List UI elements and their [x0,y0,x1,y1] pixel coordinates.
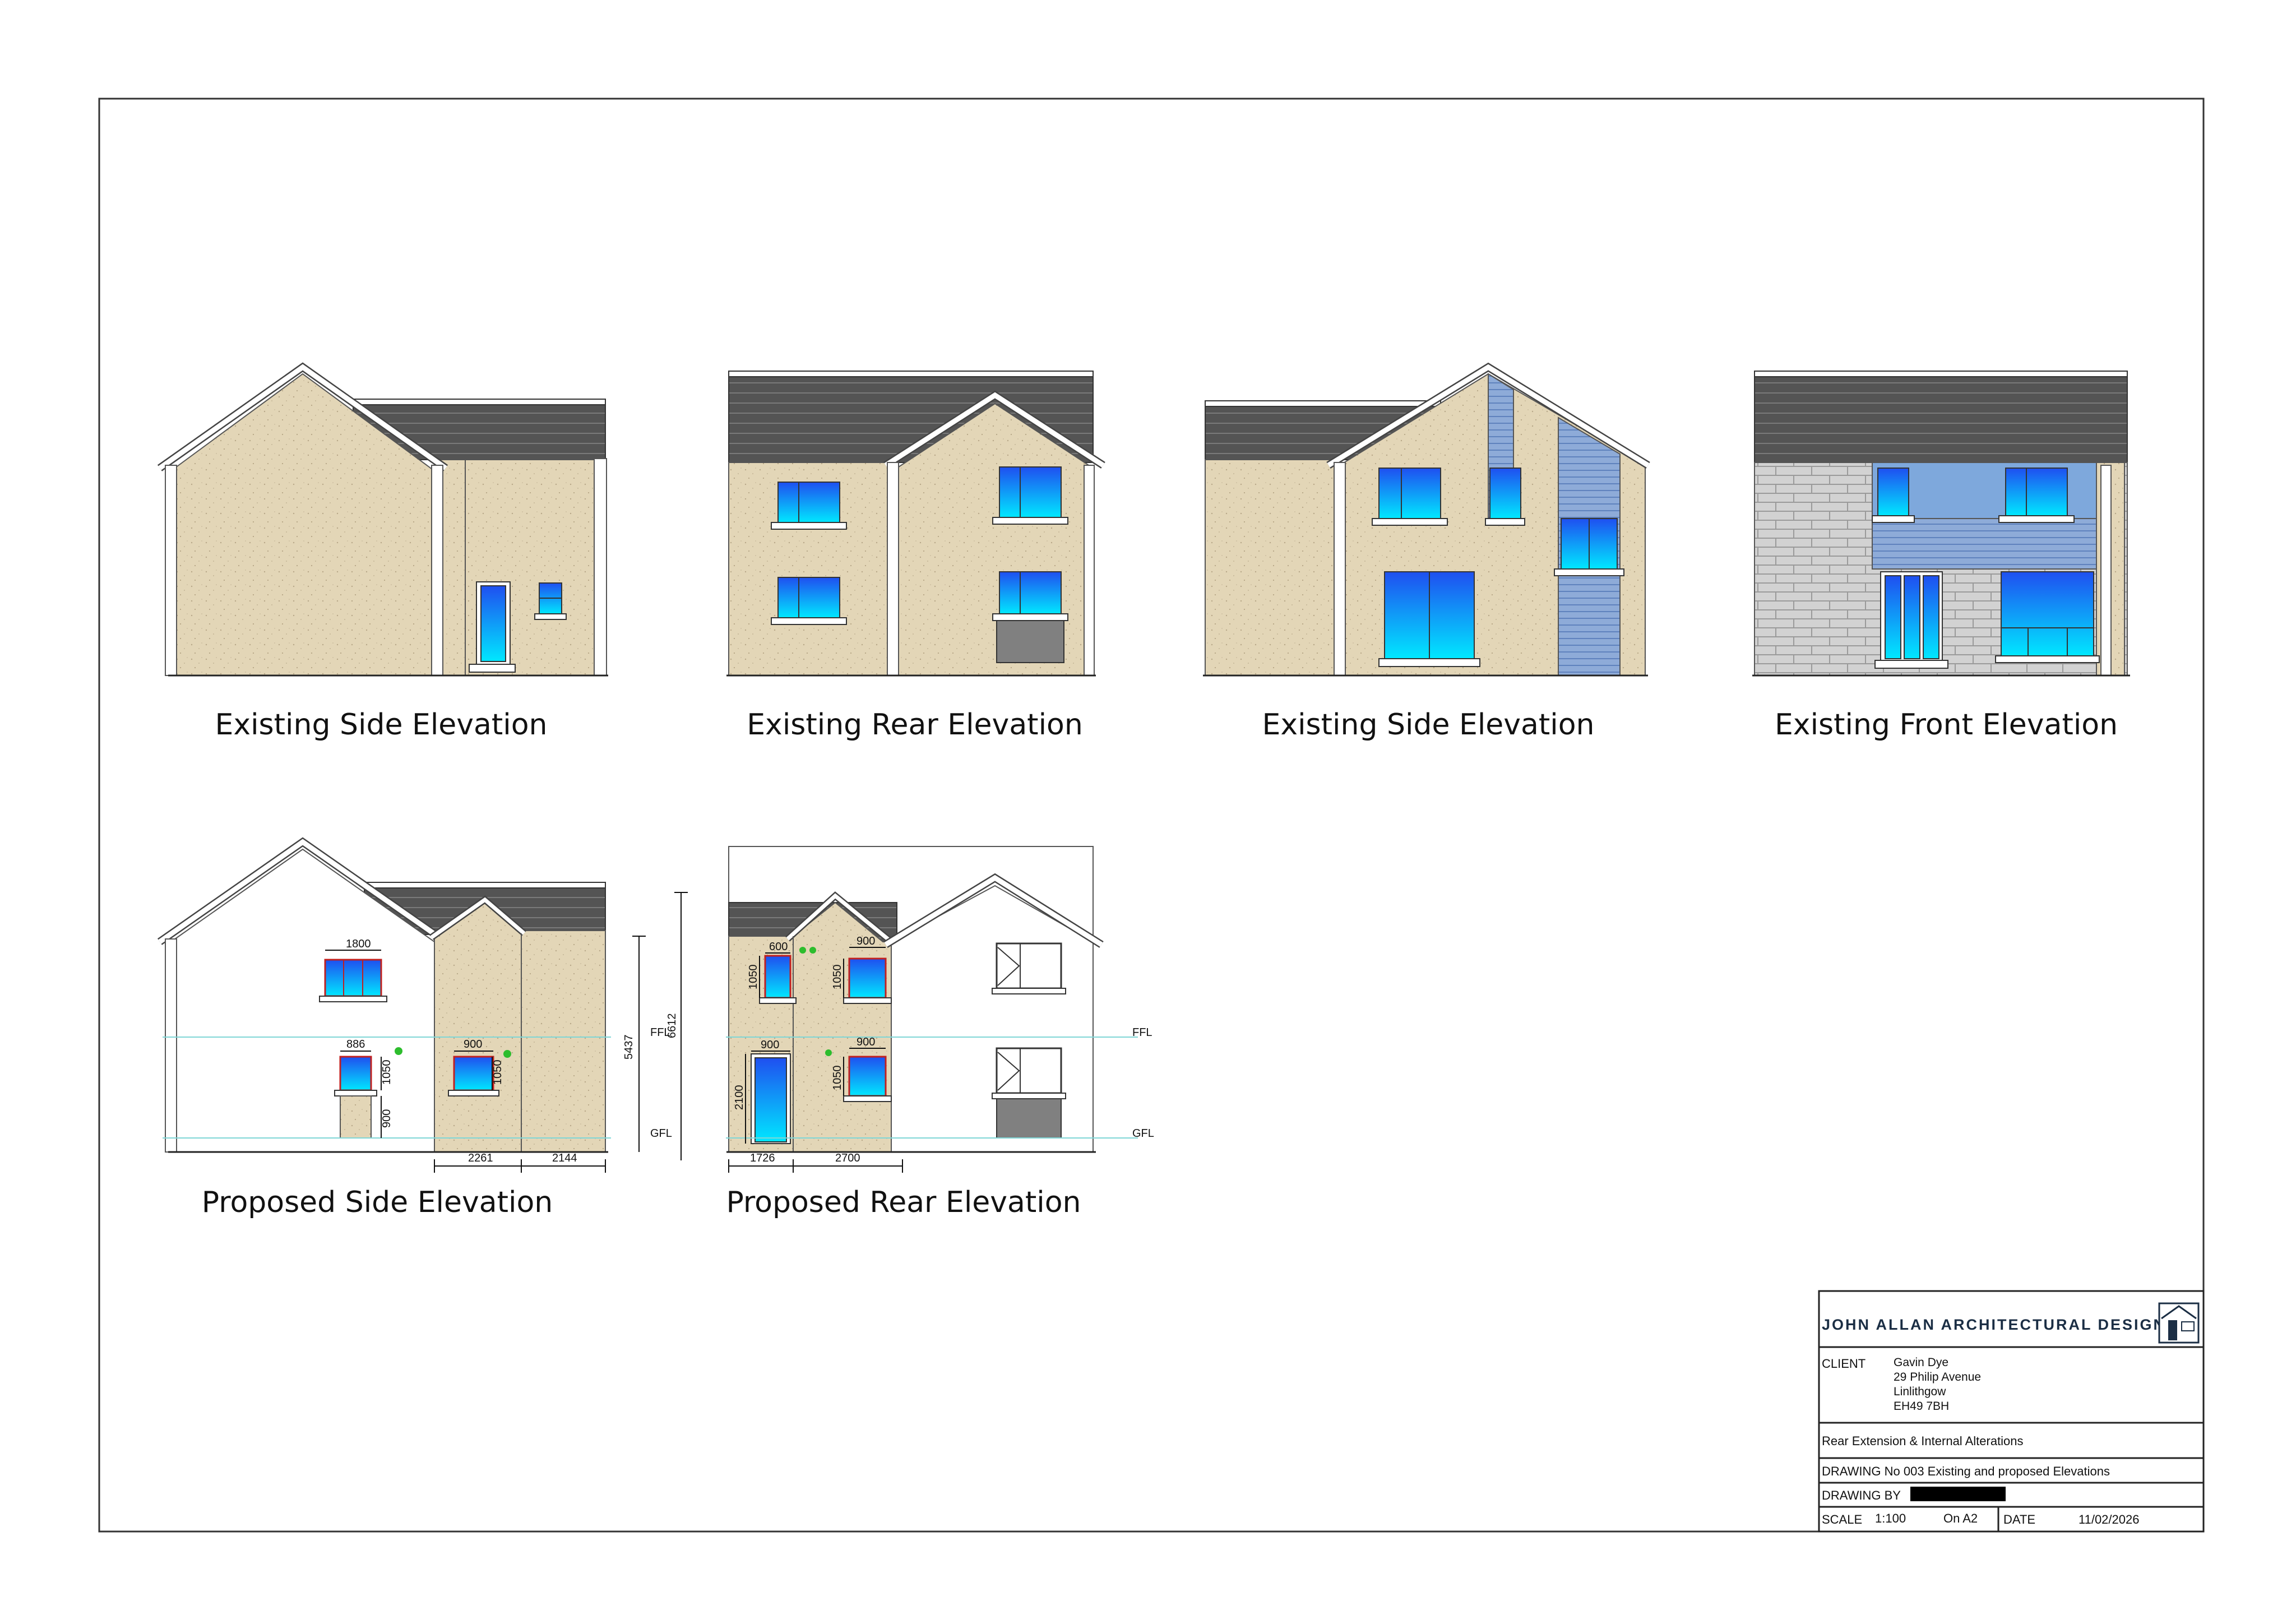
dim-rear-2100: 2100 [733,1085,746,1111]
proposed-rear-elevation: FFL GFL 600 900 900 900 1050 1050 1050 2… [726,846,1154,1173]
date-value: 11/02/2026 [2079,1512,2139,1526]
dim-rear-1726: 1726 [750,1152,775,1164]
project-title: Rear Extension & Internal Alterations [1822,1434,2024,1448]
dim-side-1800: 1800 [346,938,371,950]
level-gfl-rear: GFL [1132,1127,1154,1140]
caption-proposed-side: Proposed Side Elevation [202,1186,553,1219]
caption-existing-front: Existing Front Elevation [1775,708,2118,742]
dim-side-900: 900 [464,1038,482,1051]
caption-existing-side-1: Existing Side Elevation [215,708,547,742]
drawing-number: DRAWING No 003 Existing and proposed Ele… [1822,1464,2110,1478]
drawing-sheet: FFL GFL 1800 886 900 1050 900 1050 5437 … [98,98,2205,1533]
proposed-side-elevation: FFL GFL 1800 886 900 1050 900 1050 5437 … [157,837,688,1173]
company-logo [2158,1302,2200,1344]
existing-rear-elevation [726,371,1105,677]
dim-side-5437: 5437 [623,1035,635,1060]
client-line-2: 29 Philip Avenue [1894,1371,1981,1384]
existing-front-elevation [1752,371,2130,677]
client-line-3: Linlithgow [1894,1385,1946,1398]
client-line-1: Gavin Dye [1894,1356,1948,1369]
dim-rear-900-c: 900 [857,1036,875,1048]
sheet-size: On A2 [1943,1511,1978,1525]
level-ffl-rear: FFL [1132,1026,1152,1039]
title-block: JOHN ALLAN ARCHITECTURAL DESIGN CLIENT G… [1818,1290,2205,1533]
caption-existing-rear: Existing Rear Elevation [747,708,1083,742]
dim-side-6612: 6612 [666,1014,678,1039]
dim-side-2261: 2261 [468,1152,493,1164]
dim-rear-1050-a: 1050 [747,965,760,990]
caption-proposed-rear: Proposed Rear Elevation [726,1186,1081,1219]
existing-side-elevation-2 [1203,362,1650,677]
drawing-by-label: DRAWING BY [1822,1488,1901,1502]
dim-rear-900-a: 900 [857,935,875,947]
dim-rear-2700: 2700 [835,1152,860,1164]
client-label: CLIENT [1822,1357,1866,1371]
date-label: DATE [2003,1512,2035,1526]
dim-side-1050-b: 1050 [492,1060,504,1085]
drawing-by-redacted [1910,1487,2006,1501]
dim-rear-900-b: 900 [761,1039,779,1051]
dim-rear-1050-b: 1050 [831,965,844,990]
dim-side-2144: 2144 [552,1152,577,1164]
caption-existing-side-2: Existing Side Elevation [1262,708,1594,742]
dim-rear-600: 600 [769,941,788,953]
dim-rear-1050-c: 1050 [831,1066,844,1091]
dim-side-1050-a: 1050 [381,1060,393,1085]
client-line-4: EH49 7BH [1894,1400,1949,1413]
level-gfl-side: GFL [650,1127,672,1140]
existing-side-elevation-1 [157,362,608,677]
dim-side-900-sill: 900 [381,1109,393,1128]
company-name: JOHN ALLAN ARCHITECTURAL DESIGN [1822,1316,2166,1333]
dim-side-886: 886 [346,1038,365,1051]
scale-value: 1:100 [1875,1511,1906,1525]
scale-label: SCALE [1822,1512,1862,1526]
